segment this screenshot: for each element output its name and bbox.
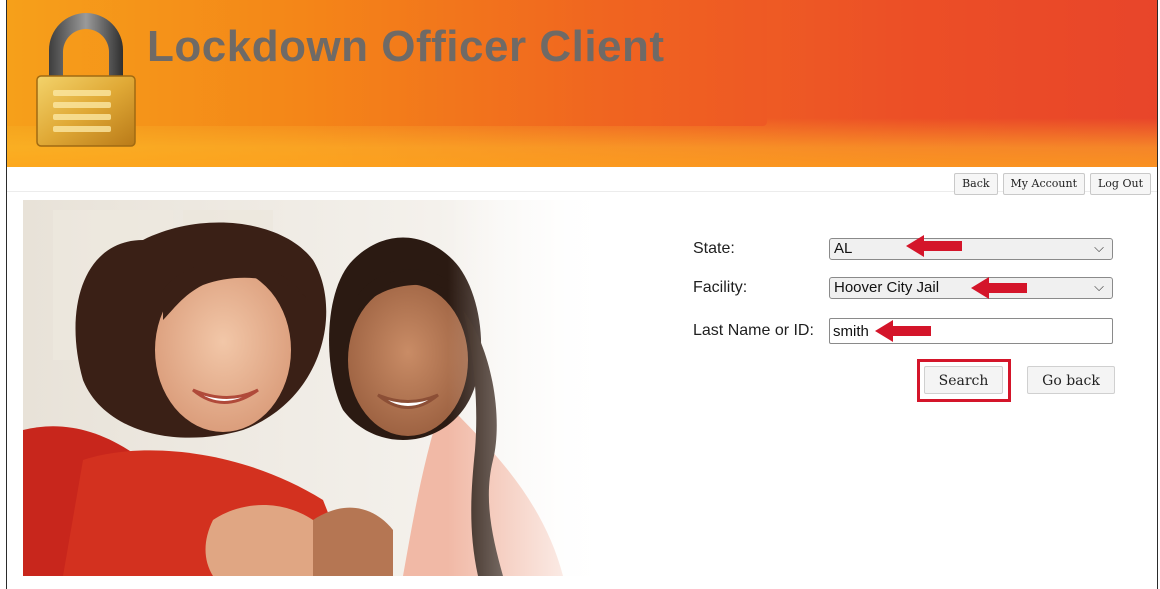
state-select-value: AL: [834, 240, 853, 257]
annotation-arrow-icon: [906, 235, 962, 257]
state-select[interactable]: AL ⌵: [829, 238, 1113, 260]
search-button[interactable]: Search: [924, 366, 1003, 394]
lastname-label: Last Name or ID:: [693, 322, 814, 339]
chevron-down-icon: ⌵: [1094, 240, 1104, 255]
my-account-button[interactable]: My Account: [1002, 173, 1085, 195]
app-window: Lockdown Officer Client Back My Account …: [6, 0, 1158, 589]
facility-label: Facility:: [693, 279, 748, 296]
go-back-button[interactable]: Go back: [1027, 366, 1115, 394]
chevron-down-icon: ⌵: [1094, 279, 1104, 294]
lastname-input-value: smith: [833, 323, 869, 340]
app-title: Lockdown Officer Client: [147, 22, 665, 71]
annotation-arrow-icon: [875, 320, 931, 342]
state-label: State:: [693, 240, 735, 257]
logout-button[interactable]: Log Out: [1090, 173, 1151, 195]
facility-select-value: Hoover City Jail: [834, 279, 940, 296]
hero-photo: [23, 200, 613, 576]
lastname-input[interactable]: smith: [829, 318, 1113, 344]
back-button[interactable]: Back: [954, 173, 998, 195]
header-banner: Lockdown Officer Client: [7, 0, 1157, 167]
annotation-arrow-icon: [971, 277, 1027, 299]
top-nav: Back My Account Log Out: [954, 173, 1151, 195]
padlock-icon: [36, 13, 136, 147]
